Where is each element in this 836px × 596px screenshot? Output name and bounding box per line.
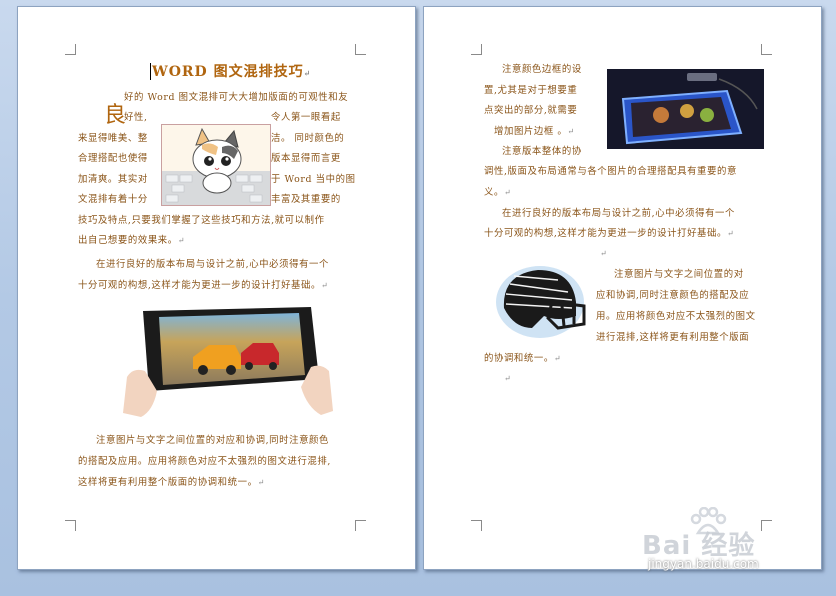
football-helmet-image[interactable]	[492, 262, 592, 344]
text-line: 进行混排,这样将更有利用整个版面	[596, 332, 750, 343]
crop-mark	[471, 520, 482, 531]
paragraph-mark: ↵	[504, 374, 512, 383]
crop-mark	[471, 44, 482, 55]
text-line: 注意图片与文字之间位置的对应和协调,同时注意颜色	[96, 435, 330, 446]
document-page-1[interactable]: WORD 图文混排技巧↵ 良 好的 Word 图文混排可大大增加版面的可观性和友…	[17, 6, 416, 570]
text-line: 十分可观的构想,这样才能为更进一步的设计打好基础。↵	[78, 280, 329, 291]
baidu-watermark: Bai 经验 jingyan.baidu.com	[642, 507, 822, 577]
text-line: 置,尤其是对于想要重	[484, 85, 578, 96]
text-line: 技巧及特点,只要我们掌握了这些技巧和方法,就可以制作	[78, 215, 325, 226]
text-line: 增加图片边框 。↵	[494, 126, 575, 137]
racing-phone-image[interactable]	[123, 307, 333, 419]
text-line: 注意图片与文字之间位置的对	[614, 269, 744, 280]
text-line: 洁。 同时颜色的	[271, 133, 345, 144]
text-line: 好性,	[124, 112, 148, 123]
text-line: 在进行良好的版本布局与设计之前,心中必须得有一个	[502, 208, 736, 219]
text-line: 用。应用将颜色对应不太强烈的图文	[596, 311, 756, 322]
text-line: 义。↵	[484, 187, 512, 198]
text-line: 合理搭配也使得	[78, 153, 148, 164]
paragraph-mark: ↵	[600, 249, 608, 258]
text-line: 好的 Word 图文混排可大大增加版面的可观性和友	[124, 92, 349, 103]
crop-mark	[65, 520, 76, 531]
watermark-url: jingyan.baidu.com	[648, 557, 759, 571]
text-line: 点突出的部分,就需要	[484, 105, 578, 116]
text-line: 调性,版面及布局通常与各个图片的合理搭配具有重要的意	[484, 166, 737, 177]
paw-logo-icon	[690, 507, 727, 535]
text-line: 在进行良好的版本布局与设计之前,心中必须得有一个	[96, 259, 330, 270]
crop-mark	[355, 520, 366, 531]
text-line: 出自己想要的效果来。↵	[78, 235, 186, 246]
text-line: 加清爽。其实对	[78, 174, 148, 185]
text-line: 丰富及其重要的	[271, 194, 341, 205]
cat-keyboard-image[interactable]	[161, 124, 271, 206]
text-line: 文混排有着十分	[78, 194, 148, 205]
document-title: WORD 图文混排技巧↵	[149, 61, 311, 81]
text-line: 的协调和统一。↵	[484, 353, 562, 364]
text-line: 版本显得而言更	[271, 153, 341, 164]
crop-mark	[65, 44, 76, 55]
crop-mark	[355, 44, 366, 55]
text-line: 令人第一眼看起	[271, 112, 341, 123]
drop-cap: 良	[104, 103, 127, 128]
document-page-2[interactable]: 注意颜色边框的设 置,尤其是对于想要重 点突出的部分,就需要 增加图片边框 。↵…	[423, 6, 822, 571]
text-line: 于 Word 当中的图	[271, 174, 356, 185]
text-line: 十分可观的构想,这样才能为更进一步的设计打好基础。↵	[484, 228, 735, 239]
text-line: 应和协调,同时注意颜色的搭配及应	[596, 290, 750, 301]
text-line: 注意版本整体的协	[502, 146, 582, 157]
tablet-image[interactable]	[607, 69, 764, 149]
text-line: 来显得唯美、整	[78, 133, 148, 144]
crop-mark	[761, 44, 772, 55]
text-line: 的搭配及应用。应用将颜色对应不太强烈的图文进行混排,	[78, 456, 331, 467]
watermark-brand: Bai 经验	[642, 531, 756, 561]
text-line: 注意颜色边框的设	[502, 64, 582, 75]
crop-mark	[761, 520, 772, 531]
text-line: 这样将更有利用整个版面的协调和统一。↵	[78, 477, 265, 488]
